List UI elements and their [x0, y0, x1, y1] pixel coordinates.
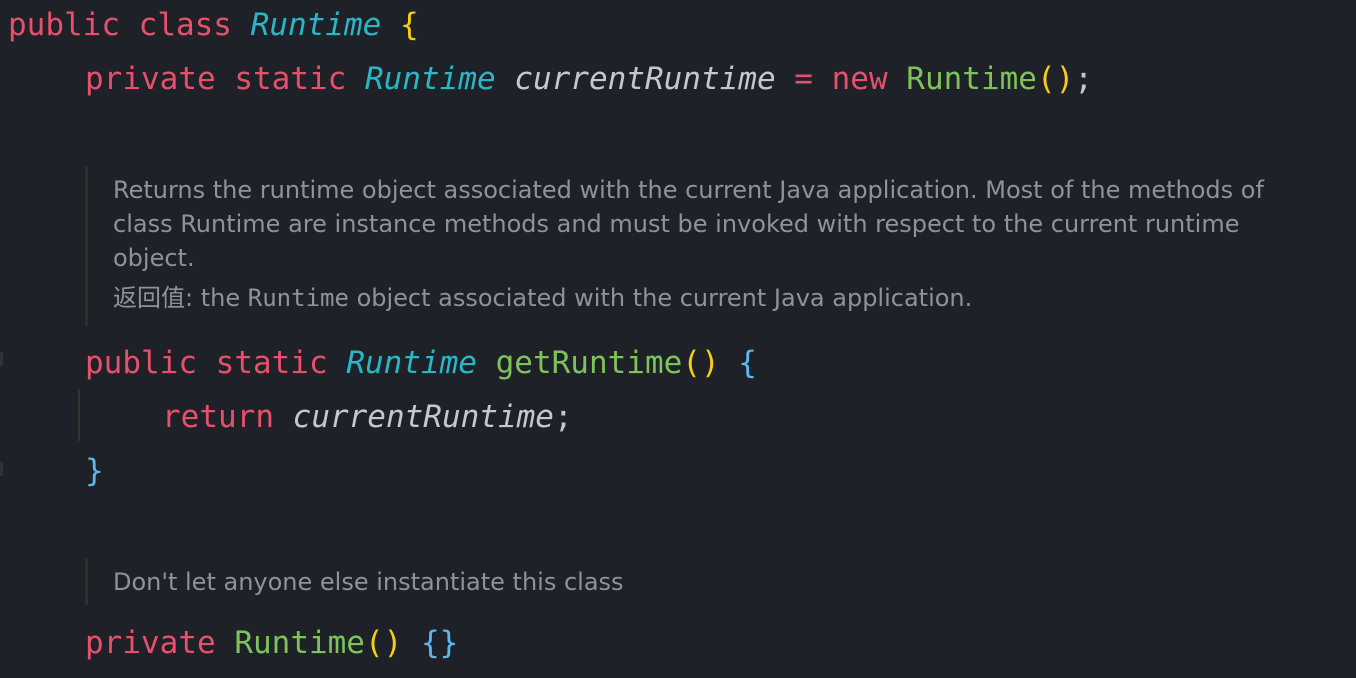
doc-return-post: object associated with the current Java …	[356, 284, 973, 312]
constructor-name[interactable]: Runtime	[234, 625, 365, 661]
class-declaration-line[interactable]: public class Runtime {	[8, 5, 419, 45]
keyword-static: static	[234, 61, 347, 97]
fold-marker-icon[interactable]	[0, 462, 3, 476]
constructor-call[interactable]: Runtime	[906, 61, 1037, 97]
constructor-parens: ()	[364, 625, 403, 661]
fold-marker-icon[interactable]	[0, 352, 3, 366]
keyword-public: public	[8, 7, 120, 43]
doc-return-label: 返回值:	[113, 284, 194, 312]
return-value[interactable]: currentRuntime	[293, 399, 554, 435]
indent-guide	[78, 389, 80, 441]
doc-line: Don't let anyone else instantiate this c…	[113, 568, 624, 596]
keyword-return: return	[162, 399, 274, 435]
doc-comment-get-runtime[interactable]: Returns the runtime object associated wi…	[85, 166, 1264, 326]
doc-return-line: 返回值: the Runtime object associated with …	[113, 281, 1264, 315]
return-statement-line[interactable]: return currentRuntime;	[162, 397, 573, 437]
field-semicolon: ;	[1074, 61, 1093, 97]
method-return-type[interactable]: Runtime	[346, 345, 477, 381]
doc-line: object.	[113, 244, 195, 272]
constructor-call-parens: ()	[1036, 61, 1075, 97]
doc-return-pre: the	[200, 284, 241, 312]
method-name[interactable]: getRuntime	[496, 345, 683, 381]
constructor-braces: {}	[420, 625, 459, 661]
keyword-public: public	[85, 345, 197, 381]
field-name[interactable]: currentRuntime	[514, 61, 775, 97]
doc-line: Returns the runtime object associated wi…	[113, 176, 1264, 204]
method-parens: ()	[682, 345, 720, 381]
keyword-new: new	[831, 61, 888, 97]
method-close-brace: }	[85, 453, 104, 489]
class-open-brace: {	[399, 7, 419, 43]
keyword-static: static	[215, 345, 328, 381]
keyword-private: private	[85, 625, 216, 661]
return-semicolon: ;	[553, 399, 573, 435]
assign-operator: =	[794, 61, 813, 97]
code-editor[interactable]: public class Runtime { private static Ru…	[0, 0, 1356, 678]
doc-return-code[interactable]: Runtime	[248, 284, 349, 312]
method-open-brace: {	[738, 345, 757, 381]
constructor-declaration-line[interactable]: private Runtime() {}	[85, 623, 458, 663]
method-close-line[interactable]: }	[85, 451, 104, 491]
field-type[interactable]: Runtime	[365, 61, 496, 97]
class-name[interactable]: Runtime	[251, 7, 382, 43]
doc-comment-constructor[interactable]: Don't let anyone else instantiate this c…	[85, 558, 624, 605]
field-declaration-line[interactable]: private static Runtime currentRuntime = …	[85, 59, 1093, 99]
method-declaration-line[interactable]: public static Runtime getRuntime() {	[85, 343, 757, 383]
keyword-class: class	[138, 7, 232, 43]
keyword-private: private	[85, 61, 216, 97]
doc-line: class Runtime are instance methods and m…	[113, 210, 1240, 238]
